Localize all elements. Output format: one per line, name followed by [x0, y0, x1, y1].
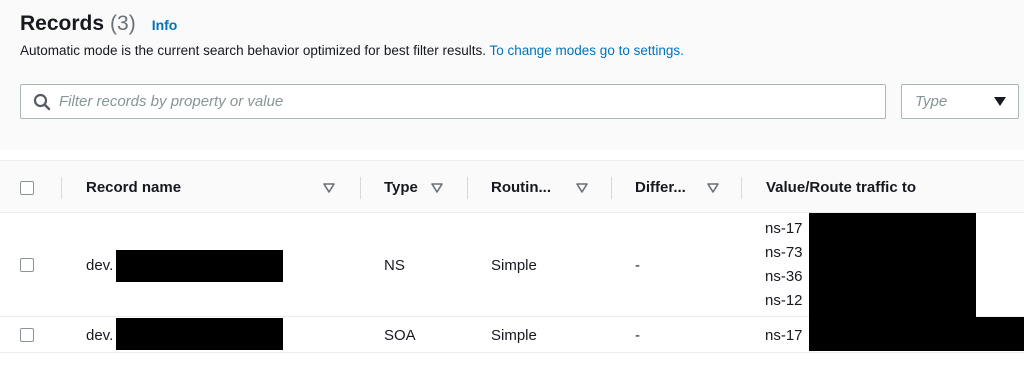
- info-link[interactable]: Info: [152, 17, 178, 33]
- column-divider: [611, 177, 612, 199]
- record-values-cell: ns-17 ns-73 ns-36 ns-12: [765, 217, 803, 313]
- record-value: ns-12: [765, 292, 803, 309]
- redaction-box: [809, 317, 1024, 351]
- records-header-panel: Records (3) Info Automatic mode is the c…: [0, 0, 1024, 150]
- sort-icon[interactable]: [431, 161, 443, 214]
- table-row[interactable]: dev. SOA Simple - ns-17: [0, 317, 1024, 353]
- record-value: ns-17: [765, 220, 803, 237]
- row-checkbox[interactable]: [20, 258, 34, 272]
- type-select-placeholder: Type: [915, 93, 948, 110]
- caret-down-icon: [994, 97, 1006, 106]
- column-header-type[interactable]: Type: [384, 161, 418, 214]
- table-header: Record name Type Routin... Differ... Val…: [0, 160, 1024, 213]
- sort-icon[interactable]: [323, 161, 335, 214]
- record-type-cell: SOA: [384, 326, 416, 344]
- settings-link[interactable]: To change modes go to settings.: [489, 43, 683, 58]
- routing-policy-cell: Simple: [491, 326, 537, 344]
- table-row[interactable]: dev. NS Simple - ns-17 ns-73 ns-36 ns-12: [0, 213, 1024, 317]
- record-value: ns-17: [765, 326, 803, 344]
- filter-search-box[interactable]: [20, 84, 886, 119]
- row-select-cell: [20, 317, 34, 353]
- row-checkbox[interactable]: [20, 328, 34, 342]
- page-title: Records: [20, 12, 105, 35]
- record-type-cell: NS: [384, 256, 405, 274]
- record-value: ns-36: [765, 268, 803, 285]
- column-header-record-name[interactable]: Record name: [86, 161, 181, 214]
- sort-icon[interactable]: [576, 161, 588, 214]
- redaction-box: [809, 213, 976, 317]
- row-select-cell: [20, 213, 34, 317]
- redaction-box: [116, 318, 283, 350]
- filter-records-input[interactable]: [59, 93, 859, 110]
- record-count: (3): [110, 12, 136, 35]
- search-icon: [33, 93, 51, 111]
- column-header-routing-policy[interactable]: Routin...: [491, 161, 551, 214]
- type-filter-select[interactable]: Type: [901, 84, 1019, 119]
- sort-icon[interactable]: [707, 161, 719, 214]
- record-name-cell[interactable]: dev.: [86, 317, 113, 353]
- record-value: ns-73: [765, 244, 803, 261]
- column-header-differentiator[interactable]: Differ...: [635, 161, 686, 214]
- column-header-value[interactable]: Value/Route traffic to: [766, 161, 916, 214]
- record-name-cell[interactable]: dev.: [86, 213, 113, 317]
- records-table: Record name Type Routin... Differ... Val…: [0, 160, 1024, 353]
- title-row: Records (3) Info: [20, 12, 177, 36]
- select-all-checkbox[interactable]: [20, 180, 34, 195]
- differentiator-cell: -: [635, 256, 640, 274]
- select-all-cell: [20, 161, 34, 214]
- differentiator-cell: -: [635, 326, 640, 344]
- search-mode-description: Automatic mode is the current search beh…: [20, 43, 684, 58]
- redaction-box: [116, 250, 283, 282]
- column-divider: [741, 177, 742, 199]
- routing-policy-cell: Simple: [491, 256, 537, 274]
- column-divider: [467, 177, 468, 199]
- column-divider: [61, 177, 62, 199]
- column-divider: [360, 177, 361, 199]
- description-text: Automatic mode is the current search beh…: [20, 43, 486, 58]
